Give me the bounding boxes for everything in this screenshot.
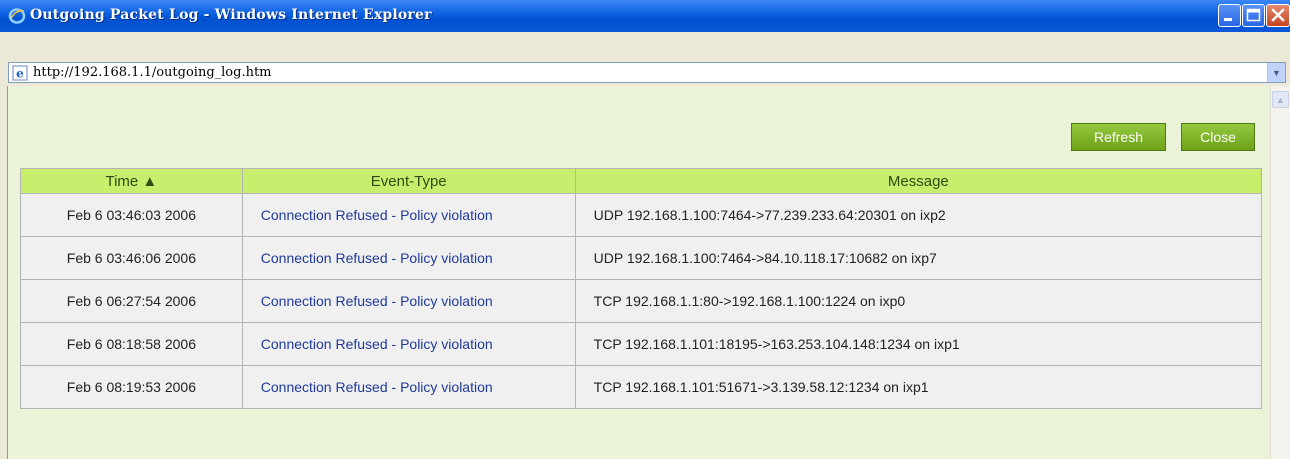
address-url[interactable]: http://192.168.1.1/outgoing_log.htm <box>33 65 272 80</box>
ie-page-icon: e <box>12 65 28 81</box>
scroll-up-button[interactable]: ▲ <box>1272 91 1289 108</box>
refresh-button[interactable]: Refresh <box>1071 123 1166 151</box>
table-row: Feb 6 08:19:53 2006 Connection Refused -… <box>20 365 1263 409</box>
page-content: Refresh Close Time ▲ Event-Type Message … <box>0 86 1290 459</box>
maximize-icon <box>1246 8 1261 22</box>
cell-message: TCP 192.168.1.101:51671->3.139.58.12:123… <box>574 365 1263 409</box>
event-type-link[interactable]: Connection Refused - Policy violation <box>243 379 507 396</box>
cell-event-type[interactable]: Connection Refused - Policy violation <box>241 365 576 409</box>
cell-time: Feb 6 03:46:06 2006 <box>20 236 243 280</box>
maximize-button[interactable] <box>1242 4 1265 27</box>
event-type-link[interactable]: Connection Refused - Policy violation <box>243 207 507 224</box>
cell-message: UDP 192.168.1.100:7464->77.239.233.64:20… <box>574 193 1263 237</box>
log-panel: Refresh Close Time ▲ Event-Type Message … <box>8 86 1270 459</box>
vertical-scrollbar[interactable]: ▲ <box>1270 86 1290 459</box>
table-row: Feb 6 06:27:54 2006 Connection Refused -… <box>20 279 1263 323</box>
cell-event-type[interactable]: Connection Refused - Policy violation <box>241 193 576 237</box>
minimize-icon <box>1224 18 1232 21</box>
cell-message: TCP 192.168.1.101:18195->163.253.104.148… <box>574 322 1263 366</box>
cell-time: Feb 6 06:27:54 2006 <box>20 279 243 323</box>
cell-message: TCP 192.168.1.1:80->192.168.1.100:1224 o… <box>574 279 1263 323</box>
title-bar[interactable]: Outgoing Packet Log - Windows Internet E… <box>0 0 1290 32</box>
table-header-row: Time ▲ Event-Type Message <box>20 168 1263 194</box>
close-button[interactable]: Close <box>1181 123 1255 151</box>
address-field[interactable]: e http://192.168.1.1/outgoing_log.htm ▼ <box>8 62 1286 83</box>
table-row: Feb 6 03:46:06 2006 Connection Refused -… <box>20 236 1263 280</box>
cell-event-type[interactable]: Connection Refused - Policy violation <box>241 236 576 280</box>
minimize-button[interactable] <box>1218 4 1241 27</box>
table-row: Feb 6 08:18:58 2006 Connection Refused -… <box>20 322 1263 366</box>
cell-event-type[interactable]: Connection Refused - Policy violation <box>241 279 576 323</box>
window-left-edge <box>0 86 8 459</box>
event-type-link[interactable]: Connection Refused - Policy violation <box>243 293 507 310</box>
event-type-link[interactable]: Connection Refused - Policy violation <box>243 250 507 267</box>
ie-logo-icon <box>8 8 26 24</box>
close-window-button[interactable] <box>1266 4 1290 27</box>
cell-time: Feb 6 08:19:53 2006 <box>20 365 243 409</box>
cell-event-type[interactable]: Connection Refused - Policy violation <box>241 322 576 366</box>
chevron-down-icon: ▼ <box>1272 67 1281 78</box>
close-icon <box>1271 8 1285 22</box>
packet-log-table: Time ▲ Event-Type Message Feb 6 03:46:03… <box>20 168 1263 409</box>
header-message[interactable]: Message <box>574 168 1263 194</box>
header-time[interactable]: Time ▲ <box>20 168 243 194</box>
header-event-type[interactable]: Event-Type <box>241 168 576 194</box>
cell-time: Feb 6 08:18:58 2006 <box>20 322 243 366</box>
window-title: Outgoing Packet Log - Windows Internet E… <box>30 7 432 23</box>
table-row: Feb 6 03:46:03 2006 Connection Refused -… <box>20 193 1263 237</box>
cell-message: UDP 192.168.1.100:7464->84.10.118.17:106… <box>574 236 1263 280</box>
cell-time: Feb 6 03:46:03 2006 <box>20 193 243 237</box>
event-type-link[interactable]: Connection Refused - Policy violation <box>243 336 507 353</box>
address-dropdown-button[interactable]: ▼ <box>1267 63 1285 82</box>
svg-text:e: e <box>16 67 24 81</box>
chevron-up-icon: ▲ <box>1276 94 1285 105</box>
